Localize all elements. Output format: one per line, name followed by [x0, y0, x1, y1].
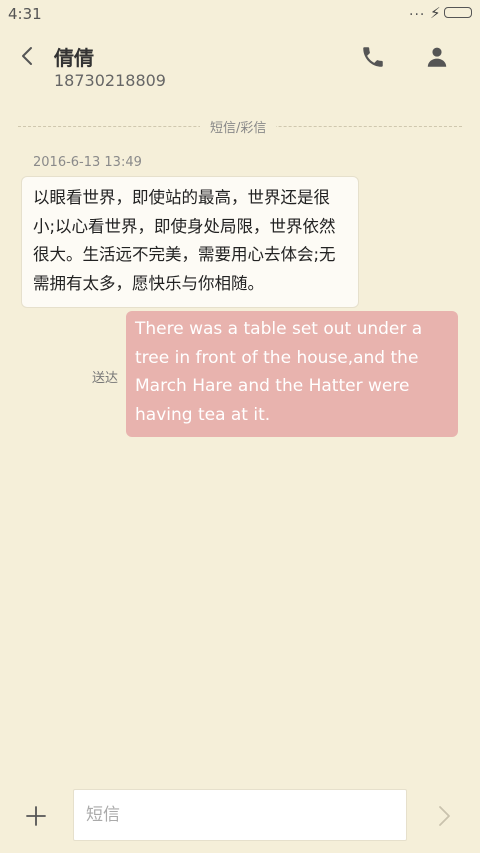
attach-button[interactable] — [22, 802, 50, 830]
message-timestamp: 2016-6-13 13:49 — [33, 155, 142, 170]
person-icon — [427, 47, 447, 67]
phone-icon — [363, 47, 383, 67]
message-composer — [0, 780, 480, 853]
back-icon — [22, 47, 32, 65]
contact-profile-button[interactable] — [424, 44, 450, 70]
call-button[interactable] — [360, 44, 386, 70]
send-icon — [439, 806, 450, 826]
status-bar: 4:31 ... ⚡ — [0, 0, 480, 28]
charging-icon: ⚡ — [430, 4, 441, 22]
contact-number: 18730218809 — [54, 71, 166, 90]
conversation-header: 倩倩 18730218809 — [0, 28, 480, 108]
battery-icon — [444, 7, 472, 18]
incoming-message-bubble[interactable]: 以眼看世界，即使站的最高，世界还是很小;以心看世界，即使身处局限，世界依然很大。… — [21, 176, 359, 308]
delivery-status: 送达 — [92, 371, 119, 386]
back-button[interactable] — [14, 42, 44, 72]
message-input[interactable] — [73, 789, 407, 841]
send-button[interactable] — [430, 802, 458, 830]
status-time: 4:31 — [8, 5, 42, 23]
outgoing-message-bubble[interactable]: There was a table set out under a tree i… — [126, 311, 458, 437]
contact-name: 倩倩 — [54, 46, 94, 70]
message-type-label: 短信/彩信 — [200, 117, 277, 136]
signal-dots-icon: ... — [409, 3, 426, 19]
plus-icon — [26, 806, 46, 826]
